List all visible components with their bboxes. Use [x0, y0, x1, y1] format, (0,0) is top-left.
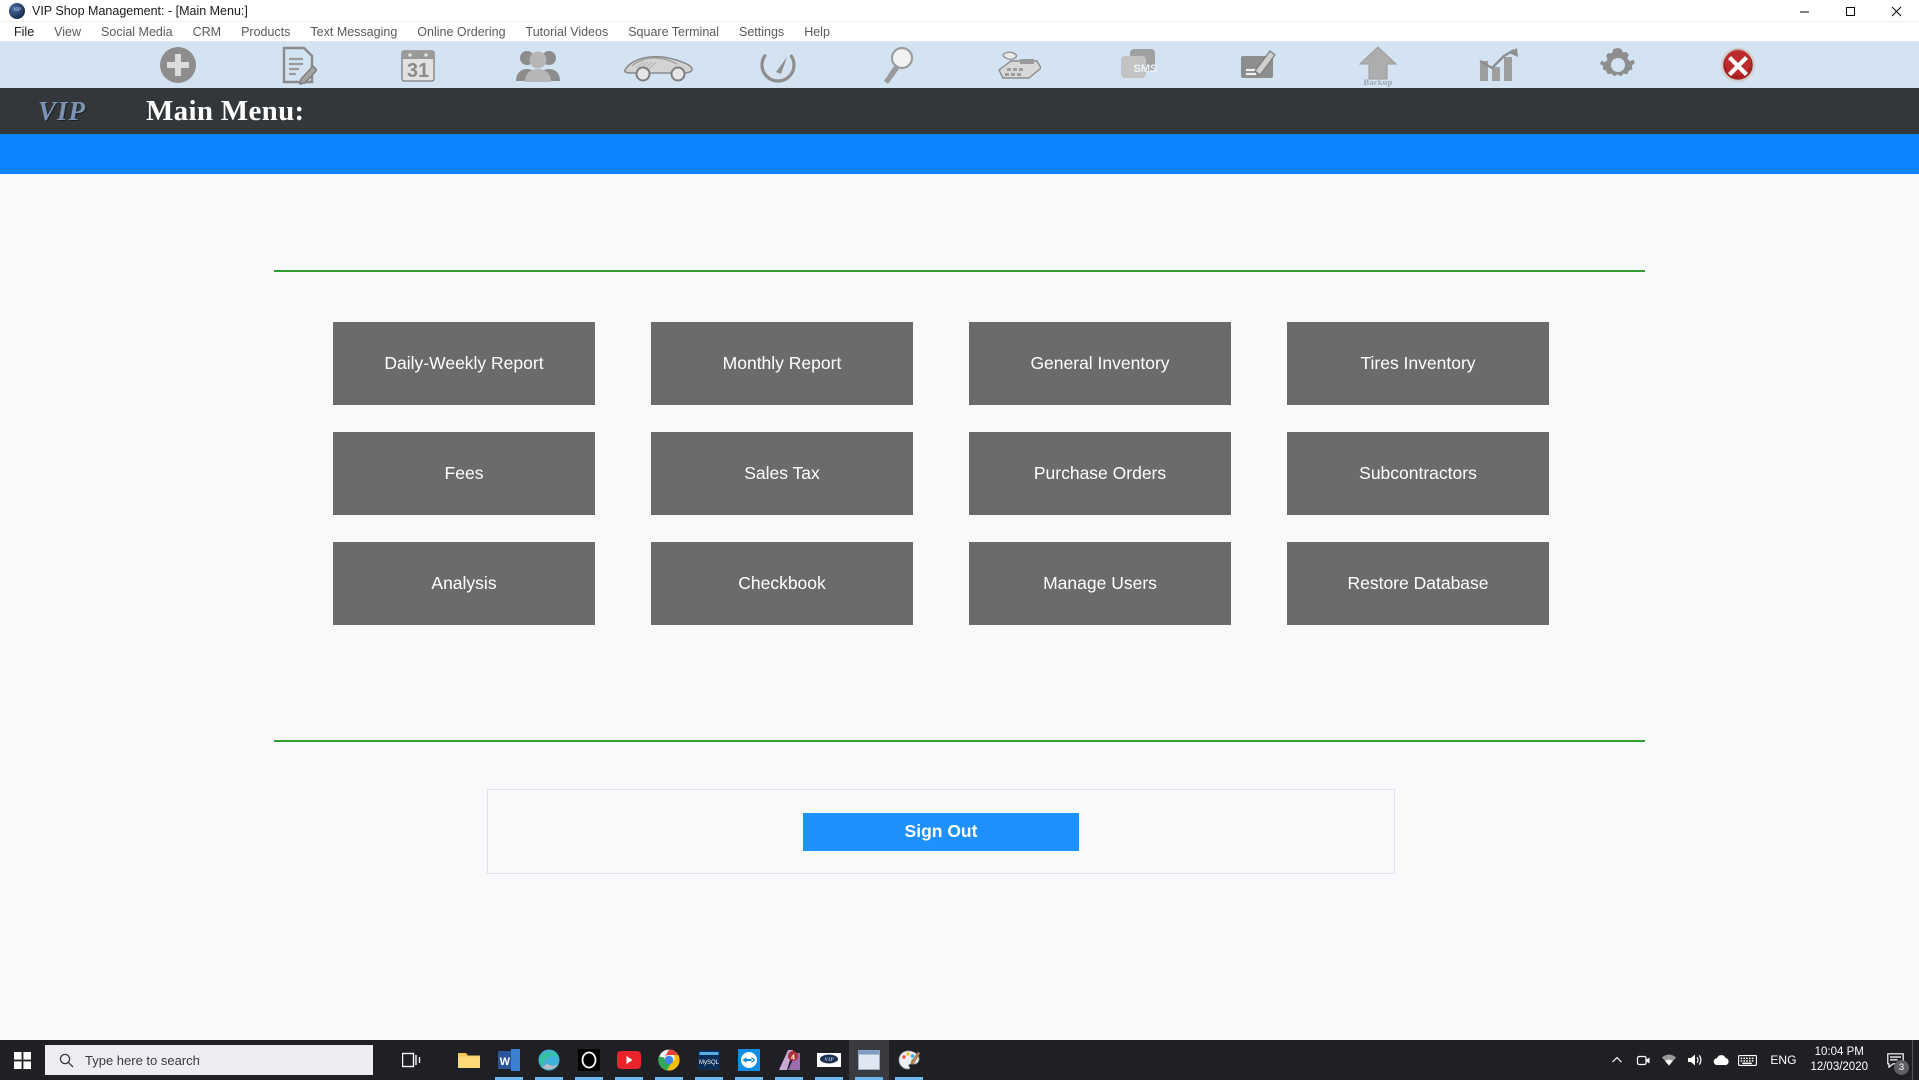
application-window: VIP Shop Management: - [Main Menu:] File…: [0, 0, 1919, 1080]
button-daily-weekly-report[interactable]: Daily-Weekly Report: [333, 322, 595, 405]
window-title: VIP Shop Management: - [Main Menu:]: [32, 4, 248, 18]
search-input[interactable]: Type here to search: [45, 1045, 373, 1075]
menu-item-crm[interactable]: CRM: [183, 22, 231, 42]
microsoft-edge-icon[interactable]: [529, 1040, 569, 1080]
calendar-31-icon[interactable]: 31: [358, 42, 478, 88]
window-controls: [1781, 0, 1919, 22]
gear-settings-icon[interactable]: [1558, 42, 1678, 88]
task-view-icon[interactable]: [391, 1040, 431, 1080]
button-fees[interactable]: Fees: [333, 432, 595, 515]
backup-label: Backup: [1318, 77, 1438, 87]
google-chrome-icon[interactable]: [649, 1040, 689, 1080]
svg-text:W: W: [500, 1056, 511, 1068]
svg-text:SMS: SMS: [1134, 63, 1158, 75]
microsoft-word-icon[interactable]: W: [489, 1040, 529, 1080]
clock-date: 12/03/2020: [1810, 1060, 1868, 1075]
bar-chart-growth-icon[interactable]: [1438, 42, 1558, 88]
menu-item-view[interactable]: View: [44, 22, 91, 42]
menu-item-products[interactable]: Products: [231, 22, 300, 42]
sign-out-button[interactable]: Sign Out: [803, 813, 1079, 851]
button-purchase-orders[interactable]: Purchase Orders: [969, 432, 1231, 515]
button-tires-inventory[interactable]: Tires Inventory: [1287, 322, 1549, 405]
title-bar: VIP Shop Management: - [Main Menu:]: [0, 0, 1919, 22]
language-indicator[interactable]: ENG: [1760, 1040, 1806, 1080]
divider-top: [274, 270, 1645, 272]
clock[interactable]: 10:04 PM 12/03/2020: [1806, 1040, 1878, 1080]
button-restore-database[interactable]: Restore Database: [1287, 542, 1549, 625]
notification-count-badge: 3: [1894, 1060, 1909, 1075]
system-tray: ENG 10:04 PM 12/03/2020 3: [1604, 1040, 1919, 1080]
chevron-up-icon[interactable]: [1604, 1040, 1630, 1080]
active-window-icon[interactable]: [849, 1040, 889, 1080]
file-explorer-icon[interactable]: [449, 1040, 489, 1080]
button-monthly-report[interactable]: Monthly Report: [651, 322, 913, 405]
show-desktop-button[interactable]: [1912, 1040, 1919, 1080]
menu-bar: File View Social Media CRM Products Text…: [0, 22, 1919, 42]
svg-text:4: 4: [791, 1055, 795, 1062]
taskbar-app-list: W: [449, 1040, 929, 1080]
menu-item-file[interactable]: File: [8, 22, 44, 42]
menu-item-online-ordering[interactable]: Online Ordering: [407, 22, 515, 42]
button-general-inventory[interactable]: General Inventory: [969, 322, 1231, 405]
document-edit-icon[interactable]: [238, 42, 358, 88]
purple-app-icon[interactable]: 4: [769, 1040, 809, 1080]
clock-time: 10:04 PM: [1815, 1045, 1864, 1060]
button-subcontractors[interactable]: Subcontractors: [1287, 432, 1549, 515]
customers-group-icon[interactable]: [478, 42, 598, 88]
teamviewer-icon[interactable]: [729, 1040, 769, 1080]
onedrive-cloud-icon[interactable]: [1708, 1040, 1734, 1080]
menu-item-tutorial-videos[interactable]: Tutorial Videos: [516, 22, 619, 42]
exit-close-red-icon[interactable]: [1678, 42, 1798, 88]
upload-arrow-icon[interactable]: Backup: [1318, 42, 1438, 88]
button-sales-tax[interactable]: Sales Tax: [651, 432, 913, 515]
keyboard-icon[interactable]: [1734, 1040, 1760, 1080]
youtube-icon[interactable]: [609, 1040, 649, 1080]
search-icon: [59, 1053, 74, 1068]
car-vehicle-icon[interactable]: [598, 42, 718, 88]
magnifier-search-icon[interactable]: [838, 42, 958, 88]
menu-item-help[interactable]: Help: [794, 22, 840, 42]
notifications-icon[interactable]: 3: [1878, 1040, 1912, 1080]
volume-icon[interactable]: [1682, 1040, 1708, 1080]
menu-item-social-media[interactable]: Social Media: [91, 22, 183, 42]
signature-pen-icon[interactable]: [1198, 42, 1318, 88]
close-icon[interactable]: [1873, 0, 1919, 22]
sign-out-panel: Sign Out: [487, 789, 1395, 874]
maximize-icon[interactable]: [1827, 0, 1873, 22]
windows-taskbar: Type here to search W: [0, 1040, 1919, 1080]
add-circle-plus-icon[interactable]: [118, 42, 238, 88]
button-analysis[interactable]: Analysis: [333, 542, 595, 625]
paint-icon[interactable]: [889, 1040, 929, 1080]
black-circle-app-icon[interactable]: [569, 1040, 609, 1080]
gauge-speedometer-icon[interactable]: [718, 42, 838, 88]
accent-strip: [0, 134, 1919, 174]
search-placeholder: Type here to search: [85, 1053, 200, 1068]
screen-record-icon[interactable]: [1630, 1040, 1656, 1080]
windows-start-icon[interactable]: [0, 1040, 45, 1080]
telephone-icon[interactable]: [958, 42, 1078, 88]
icon-toolbar: 31: [0, 42, 1919, 88]
main-content: Daily-Weekly Report Monthly Report Gener…: [0, 174, 1919, 1040]
main-menu-button-grid: Daily-Weekly Report Monthly Report Gener…: [333, 322, 1549, 625]
svg-text:VIP: VIP: [824, 1057, 834, 1063]
menu-item-square-terminal[interactable]: Square Terminal: [618, 22, 729, 42]
app-header: VIP Main Menu:: [0, 88, 1919, 134]
svg-text:31: 31: [407, 60, 429, 82]
mysql-workbench-icon[interactable]: MySQL: [689, 1040, 729, 1080]
vip-shop-management-icon[interactable]: VIP: [809, 1040, 849, 1080]
minimize-icon[interactable]: [1781, 0, 1827, 22]
divider-bottom: [274, 740, 1645, 742]
wifi-icon[interactable]: [1656, 1040, 1682, 1080]
menu-item-text-messaging[interactable]: Text Messaging: [300, 22, 407, 42]
sms-message-icon[interactable]: SMS: [1078, 42, 1198, 88]
button-checkbook[interactable]: Checkbook: [651, 542, 913, 625]
vip-logo-text: VIP: [38, 96, 124, 127]
vip-logo-icon: [9, 3, 25, 19]
svg-text:MySQL: MySQL: [699, 1060, 720, 1066]
menu-item-settings[interactable]: Settings: [729, 22, 794, 42]
page-title: Main Menu:: [146, 95, 304, 128]
button-manage-users[interactable]: Manage Users: [969, 542, 1231, 625]
